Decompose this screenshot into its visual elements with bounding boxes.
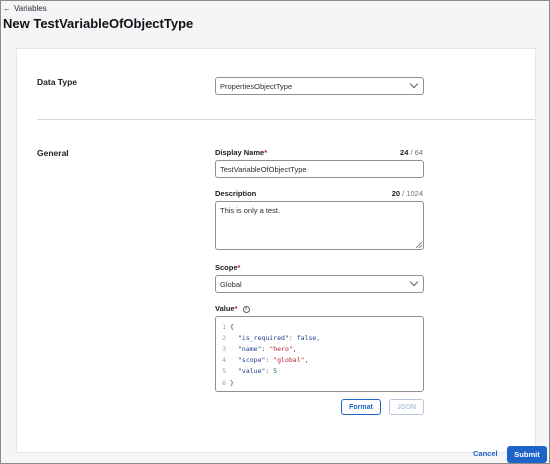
section-label-data-type: Data Type bbox=[37, 77, 77, 87]
chevron-down-icon bbox=[409, 277, 419, 287]
breadcrumb-variables-link[interactable]: Variables bbox=[14, 4, 47, 13]
description-label: Description bbox=[215, 189, 257, 198]
format-button[interactable]: Format bbox=[341, 399, 381, 415]
display-name-label: Display Name* bbox=[215, 148, 268, 157]
resize-handle-icon[interactable] bbox=[416, 242, 422, 248]
description-counter: 20 / 1024 bbox=[391, 189, 423, 198]
back-arrow-icon[interactable]: ← bbox=[3, 4, 11, 13]
breadcrumb[interactable]: ← Variables bbox=[3, 4, 47, 13]
data-type-selected: PropertiesObjectType bbox=[220, 81, 293, 91]
description-field[interactable]: This is only a test. bbox=[215, 201, 424, 250]
cancel-button[interactable]: Cancel bbox=[473, 449, 498, 458]
code-line: 2 "is_required": false, bbox=[222, 333, 321, 342]
scope-selected: Global bbox=[220, 279, 242, 289]
code-line: 3 "name": "hero", bbox=[222, 344, 297, 353]
form-card: Data Type PropertiesObjectType General D… bbox=[16, 48, 536, 453]
code-line: 5 "value": 5 bbox=[222, 367, 278, 376]
display-name-counter: 24 / 64 bbox=[400, 148, 423, 157]
code-line: 6 } bbox=[222, 378, 234, 387]
value-code-editor[interactable]: 1 { 2 "is_required": false, 3 "name": "h… bbox=[215, 316, 424, 392]
section-label-general: General bbox=[37, 148, 69, 158]
data-type-select[interactable]: PropertiesObjectType bbox=[215, 77, 424, 95]
display-name-field[interactable]: TestVariableOfObjectType bbox=[215, 160, 424, 178]
scope-select[interactable]: Global bbox=[215, 275, 424, 293]
info-icon[interactable]: i bbox=[242, 305, 250, 313]
code-line: 4 "scope": "global", bbox=[222, 356, 309, 365]
value-label: Value* i bbox=[215, 304, 250, 313]
code-line: 1 { bbox=[222, 322, 234, 331]
section-divider bbox=[37, 119, 535, 120]
scope-label: Scope* bbox=[215, 263, 241, 272]
json-button[interactable]: JSON bbox=[389, 399, 424, 415]
submit-button[interactable]: Submit bbox=[507, 446, 547, 463]
chevron-down-icon bbox=[409, 79, 419, 89]
page-title: New TestVariableOfObjectType bbox=[3, 16, 194, 31]
